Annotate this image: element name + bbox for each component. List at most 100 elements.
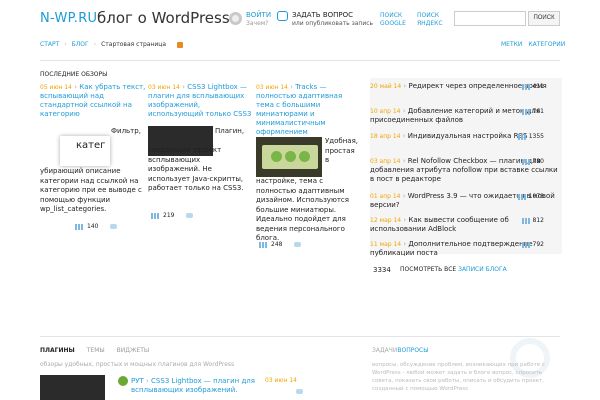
tab-widgets[interactable]: ВИДЖЕТЫ [117,347,150,354]
post-excerpt: убирающий описание категории над ссылкой… [40,167,142,213]
search-input[interactable] [454,11,526,26]
post-date: 03 июн 14 [256,84,288,91]
chevron-right-icon: › [182,83,186,91]
list-item-stats: 1078 [517,192,544,201]
views-icon [521,83,530,90]
top-nav: МЕТКИ КАТЕГОРИИ [501,41,565,48]
list-item[interactable]: 11 мар 14 › Дополнительное подтверждение… [370,240,560,258]
yandex-search-link-sub[interactable]: ЯНДЕКС [417,20,443,27]
views-count: 140 [87,223,99,230]
list-item-stats: 761 [521,107,544,116]
chevron-right-icon: › [64,41,67,48]
all-posts-link[interactable]: ПОСМОТРЕТЬ ВСЕ ЗАПИСИ БЛОГА [400,266,507,273]
rss-icon[interactable] [177,41,184,48]
google-search-link-sub[interactable]: GOOGLE [380,20,406,27]
yandex-search-link[interactable]: ПОИСК [417,12,439,19]
nav-tags-link[interactable]: МЕТКИ [501,41,522,48]
tabs-description: обзоры удобных, простых и мощных плагино… [40,361,235,368]
list-item-date: 01 апр 14 [370,193,401,200]
search-button[interactable]: ПОИСК [528,11,560,26]
list-item-date: 10 апр 14 [370,108,401,115]
login-link[interactable]: ВОЙТИ [246,11,271,19]
ask-question-link[interactable]: ЗАДАТЬ ВОПРОС [292,11,353,19]
total-posts-count: 3334 [373,266,391,274]
views-icon [259,241,267,248]
views-icon [517,133,526,140]
list-item-date: 12 мар 14 [370,217,402,224]
list-item[interactable]: 10 апр 14 › Добавление категорий и меток… [370,107,560,125]
site-tagline: блог о WordPress [97,9,230,27]
breadcrumb-current: Стартовая страница [101,41,167,48]
post-excerpt-side: Удобная, простая в [325,137,359,164]
list-item[interactable]: 03 апр 14 › Rel Nofollow Checkbox — плаг… [370,157,560,184]
list-item[interactable]: 20 май 14 › Редирект через определенное … [370,82,560,91]
views-icon [517,193,526,200]
tab-plugins[interactable]: ПЛАГИНЫ [40,347,75,354]
list-item[interactable]: 01 апр 14 › WordPress 3.9 — что ожидаетс… [370,192,560,210]
divider [40,336,560,337]
ask-question-subtitle: или опубликовать запись [292,20,374,27]
breadcrumb-blog[interactable]: БЛОГ [72,41,89,48]
plugin-thumbnail[interactable] [40,375,105,400]
views-icon [521,108,530,115]
comments-icon[interactable] [110,224,118,229]
list-item-stats: 780 [521,157,544,166]
list-item-stats: 792 [521,240,544,249]
site-logo[interactable]: N-WP.RU [40,11,97,26]
chevron-right-icon: › [93,41,97,48]
plugin-tag: РУТ [131,377,144,385]
views-icon [521,241,530,248]
plugin-item[interactable]: РУТ › CSS3 Lightbox — плагин для всплыва… [131,377,281,395]
list-item[interactable]: 12 мар 14 › Как вывести сообщение об исп… [370,216,560,234]
comments-icon[interactable] [296,379,303,398]
divider [40,60,560,61]
post-excerpt: настройке, тема с полностью адаптивным д… [256,177,349,242]
login-why-link[interactable]: Зачем? [246,20,268,27]
comments-icon[interactable] [294,242,302,247]
questions-title: ЗАДАЧИВОПРОСЫ [372,347,429,354]
list-item-date: 20 май 14 [370,83,402,90]
list-item-title: Индивидуальная настройка RSS [407,132,528,140]
list-item-stats: 1355 [517,132,544,141]
plugin-date: 03 июн 14 [265,377,297,384]
chevron-right-icon: › [290,83,294,91]
post-date: 03 июн 14 [148,84,180,91]
post-stats: 219 [151,212,194,219]
breadcrumb: СТАРТ › БЛОГ › Стартовая страница [40,41,184,48]
post-card: 05 июн 14 › Как убрать текст, вспывающий… [40,83,150,119]
post-card: 03 июн 14 › CSS3 Lightbox — плагин для в… [148,83,253,119]
list-item-date: 03 апр 14 [370,158,401,165]
post-excerpt-side: Фильтр, [111,127,141,135]
section-title: ПОСЛЕДНИЕ ОБЗОРЫ [40,71,108,78]
post-stats: 248 [259,241,302,248]
post-thumbnail[interactable] [256,137,322,177]
post-excerpt: создающий эффект всплывающих изображений… [148,146,244,192]
views-icon [75,223,83,230]
list-item-stats: 411 [521,82,544,91]
page: N-WP.RU блог о WordPress ВОЙТИ Зачем? ЗА… [0,0,600,400]
comments-icon[interactable] [186,213,194,218]
tag-icon [118,376,128,386]
post-date: 05 июн 14 [40,84,72,91]
post-card: 03 июн 14 › Tracks — полностью адаптивна… [256,83,361,137]
bottom-tabs: ПЛАГИНЫ ТЕМЫ ВИДЖЕТЫ [40,347,149,354]
nav-categories-link[interactable]: КАТЕГОРИИ [528,41,565,48]
plugin-title: CSS3 Lightbox — плагин для всплывающих и… [131,377,255,394]
user-avatar-icon[interactable] [229,12,242,25]
list-item-date: 11 мар 14 [370,241,402,248]
views-icon [521,217,530,224]
breadcrumb-start[interactable]: СТАРТ [40,41,59,48]
chevron-right-icon: › [74,83,78,91]
tab-themes[interactable]: ТЕМЫ [87,347,105,354]
list-item-stats: 812 [521,216,544,225]
questions-description: вопросы, обсуждение проблем, возникающих… [372,362,545,392]
views-icon [151,212,159,219]
views-icon [521,158,530,165]
views-count: 248 [271,241,283,248]
speech-bubble-icon[interactable] [277,11,288,21]
post-thumbnail[interactable]: катег [60,136,110,166]
list-item[interactable]: 18 апр 14 › Индивидуальная настройка RSS… [370,132,560,141]
google-search-link[interactable]: ПОИСК [380,12,402,19]
views-count: 219 [163,212,175,219]
list-item-date: 18 апр 14 [370,133,401,140]
